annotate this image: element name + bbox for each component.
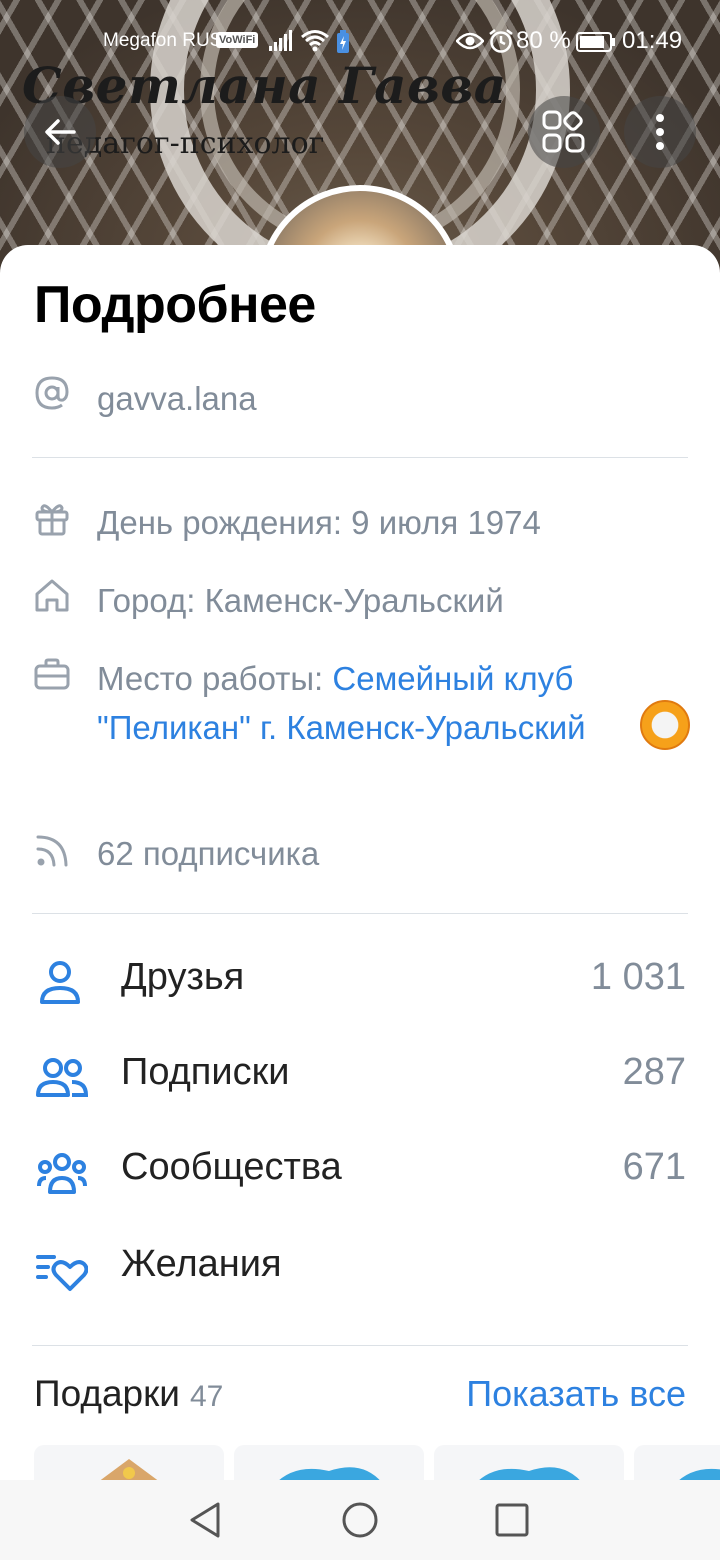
subscriptions-label[interactable]: Подписки [121,1051,289,1094]
gift-item[interactable] [234,1445,424,1485]
subscriptions-count: 287 [622,1051,686,1093]
rss-icon [36,835,68,867]
gift-icon [35,504,69,536]
friend-icon [40,961,80,1004]
more-vertical-icon [656,114,664,150]
community-logo[interactable] [640,700,690,750]
back-button[interactable] [24,96,96,168]
username-link[interactable]: gavva.lana [97,374,617,423]
gifts-title: Подарки [34,1373,180,1414]
system-nav-bar [0,1480,720,1560]
gifts-strip [34,1445,720,1485]
battery-percent: 80 % [516,27,571,54]
communities-row[interactable]: Сообщества 671 [0,1130,720,1220]
services-button[interactable] [528,96,600,168]
friends-row[interactable]: Друзья 1 031 [0,940,720,1030]
divider [32,1345,688,1346]
home-icon [35,579,69,612]
at-sign-icon [35,376,69,410]
work-label: Место работы: [97,660,333,697]
nav-back-icon[interactable] [186,1500,226,1540]
status-bar: Megafon RUS VoWiFi 80 % 01:49 [0,22,720,62]
nav-home-icon[interactable] [340,1500,380,1540]
nav-recents-icon[interactable] [492,1500,532,1540]
wishlist-icon [36,1255,88,1291]
wifi-icon [301,30,329,52]
details-sheet: Подробнее gavva.lana День рождения: 9 ию… [0,245,720,1485]
friends-count: 1 031 [590,956,686,998]
wishlist-row[interactable]: Желания [0,1227,720,1317]
arrow-left-icon [45,119,76,145]
subscriptions-icon [36,1058,88,1097]
briefcase-icon [34,658,70,690]
communities-label[interactable]: Сообщества [121,1146,342,1189]
more-button[interactable] [624,96,696,168]
sheet-title: Подробнее [34,276,316,334]
clock: 01:49 [622,27,683,54]
divider [32,457,688,458]
divider [32,913,688,914]
apps-grid-icon [542,110,585,153]
gift-item[interactable] [634,1445,720,1485]
gifts-count: 47 [189,1380,224,1413]
gift-item[interactable] [434,1445,624,1485]
birthday-text: День рождения: 9 июля 1974 [97,504,541,541]
charging-icon [337,30,349,53]
battery-icon [576,32,615,52]
communities-icon [37,1153,87,1194]
operator-name: Megafon RUS [103,30,223,51]
city-text: Город: Каменск-Уральский [97,582,504,619]
gift-item[interactable] [34,1445,224,1485]
eye-icon [456,32,484,50]
alarm-icon [489,29,513,53]
show-all-gifts-link[interactable]: Показать все [466,1373,686,1415]
work-text: Место работы: Семейный клуб "Пеликан" г.… [97,654,617,752]
friends-label[interactable]: Друзья [121,956,244,999]
vowifi-badge: VoWiFi [216,32,259,48]
wishlist-label[interactable]: Желания [121,1243,282,1286]
subscriptions-row[interactable]: Подписки 287 [0,1035,720,1125]
cover-title: Светлана Гавва [22,56,507,115]
gifts-header: Подарки 47 [34,1373,223,1415]
followers-text[interactable]: 62 подписчика [97,829,617,878]
communities-count: 671 [622,1146,686,1188]
signal-icon [269,30,292,51]
